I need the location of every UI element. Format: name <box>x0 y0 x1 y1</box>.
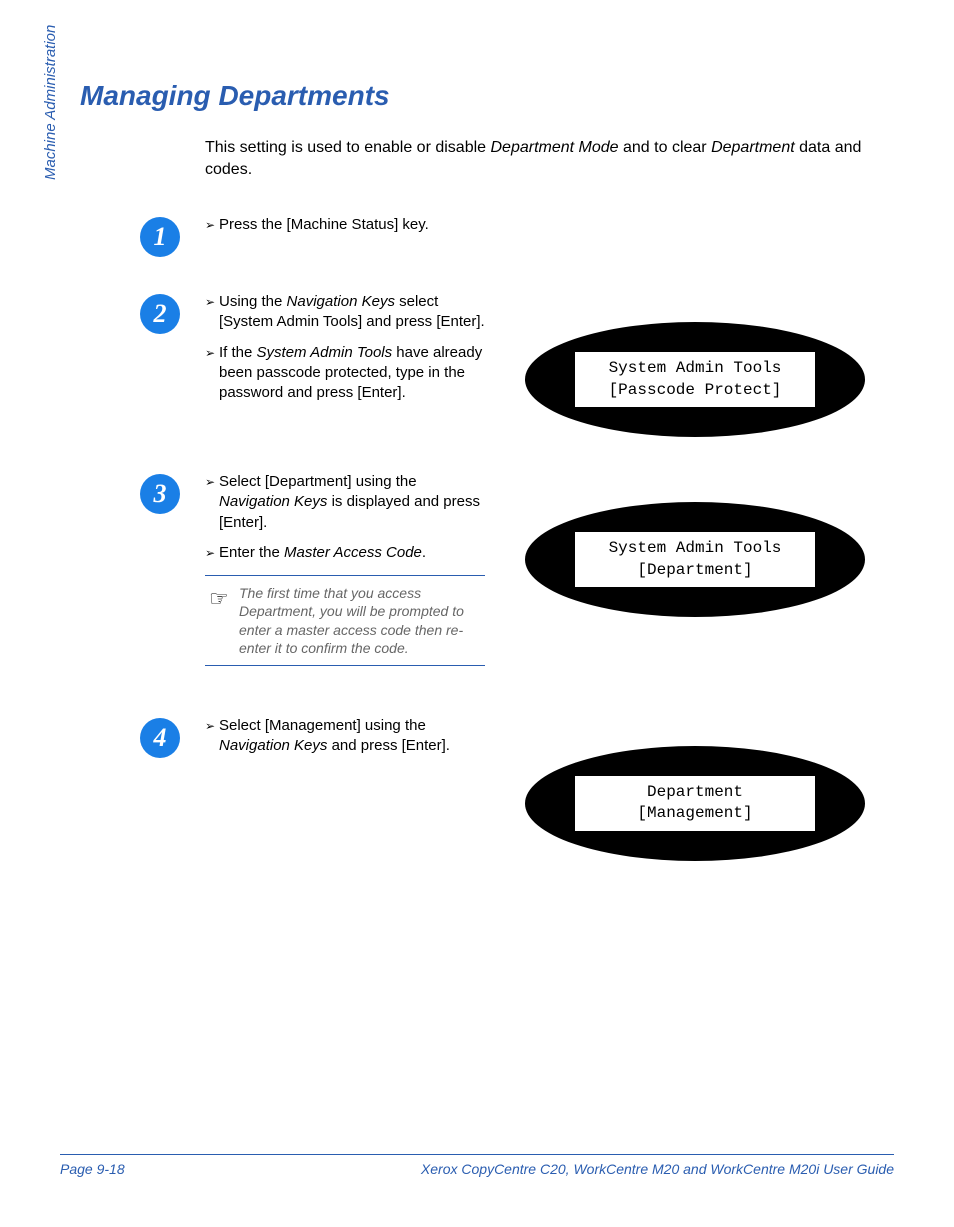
italic-text: Navigation Keys <box>287 293 395 310</box>
step-body: ➢ Press the [Machine Status] key. <box>205 215 485 245</box>
text: Select [Management] using the <box>219 717 426 734</box>
bullet-text: Enter the Master Access Code. <box>219 543 426 563</box>
bullet-item: ➢ Select [Department] using the Navigati… <box>205 472 485 533</box>
lcd-line-2: [Management] <box>637 803 752 825</box>
display-column: System Admin Tools [Department] <box>485 472 894 617</box>
footer-guide-title: Xerox CopyCentre C20, WorkCentre M20 and… <box>421 1161 894 1177</box>
italic-text: System Admin Tools <box>257 344 393 361</box>
lcd-line-1: System Admin Tools <box>609 538 782 560</box>
lcd-line-1: Department <box>647 782 743 804</box>
display-column: Department [Management] <box>485 716 894 861</box>
bullet-text: If the System Admin Tools have already b… <box>219 343 485 404</box>
note-box: ☞ The first time that you access Departm… <box>205 575 485 666</box>
step-number-icon: 4 <box>140 718 180 758</box>
bullet-item: ➢ If the System Admin Tools have already… <box>205 343 485 404</box>
bullet-text: Press the [Machine Status] key. <box>219 215 429 235</box>
bullet-text: Select [Department] using the Navigation… <box>219 472 485 533</box>
italic-text: Navigation Keys <box>219 493 327 510</box>
display-column: System Admin Tools [Passcode Protect] <box>485 292 894 437</box>
italic-text: Navigation Keys <box>219 737 327 754</box>
bullet-text: Using the Navigation Keys select [System… <box>219 292 485 333</box>
step-2: 2 ➢ Using the Navigation Keys select [Sy… <box>140 292 894 437</box>
step-1: 1 ➢ Press the [Machine Status] key. <box>140 215 894 257</box>
lcd-display: System Admin Tools [Passcode Protect] <box>525 322 865 437</box>
footer-page-number: Page 9-18 <box>60 1161 125 1177</box>
text: . <box>422 544 426 561</box>
bullet-icon: ➢ <box>205 716 219 757</box>
step-body: ➢ Select [Department] using the Navigati… <box>205 472 485 666</box>
text: Select [Department] using the <box>219 473 417 490</box>
lcd-line-1: System Admin Tools <box>609 358 782 380</box>
note-text: The first time that you access Departmen… <box>239 584 481 657</box>
step-body: ➢ Using the Navigation Keys select [Syst… <box>205 292 485 413</box>
page: Machine Administration Managing Departme… <box>0 0 954 1227</box>
intro-text: and to clear <box>619 139 712 156</box>
intro-italic-2: Department <box>711 139 795 156</box>
lcd-display: System Admin Tools [Department] <box>525 502 865 617</box>
text: Using the <box>219 293 287 310</box>
bullet-text: Select [Management] using the Navigation… <box>219 716 485 757</box>
text: If the <box>219 344 257 361</box>
bullet-item: ➢ Select [Management] using the Navigati… <box>205 716 485 757</box>
text: and press [Enter]. <box>327 737 450 754</box>
bullet-icon: ➢ <box>205 215 219 235</box>
text: Enter the <box>219 544 284 561</box>
lcd-line-2: [Passcode Protect] <box>609 380 782 402</box>
lcd-screen: System Admin Tools [Department] <box>575 532 815 587</box>
lcd-display: Department [Management] <box>525 746 865 861</box>
bullet-item: ➢ Using the Navigation Keys select [Syst… <box>205 292 485 333</box>
footer: Page 9-18 Xerox CopyCentre C20, WorkCent… <box>60 1154 894 1177</box>
italic-text: Master Access Code <box>284 544 422 561</box>
bullet-icon: ➢ <box>205 292 219 333</box>
intro-text: This setting is used to enable or disabl… <box>205 139 491 156</box>
bullet-item: ➢ Enter the Master Access Code. <box>205 543 485 563</box>
step-number-icon: 2 <box>140 294 180 334</box>
bullet-icon: ➢ <box>205 472 219 533</box>
step-3: 3 ➢ Select [Department] using the Naviga… <box>140 472 894 666</box>
bullet-icon: ➢ <box>205 543 219 563</box>
step-body: ➢ Select [Management] using the Navigati… <box>205 716 485 767</box>
bullet-item: ➢ Press the [Machine Status] key. <box>205 215 485 235</box>
page-title: Managing Departments <box>80 80 894 112</box>
lcd-line-2: [Department] <box>637 560 752 582</box>
lcd-screen: Department [Management] <box>575 776 815 831</box>
bullet-icon: ➢ <box>205 343 219 404</box>
lcd-screen: System Admin Tools [Passcode Protect] <box>575 352 815 407</box>
pointing-hand-icon: ☞ <box>209 584 239 657</box>
step-number-icon: 1 <box>140 217 180 257</box>
intro-paragraph: This setting is used to enable or disabl… <box>205 137 884 180</box>
intro-italic-1: Department Mode <box>491 139 619 156</box>
step-4: 4 ➢ Select [Management] using the Naviga… <box>140 716 894 861</box>
side-label: Machine Administration <box>42 25 59 180</box>
step-number-icon: 3 <box>140 474 180 514</box>
